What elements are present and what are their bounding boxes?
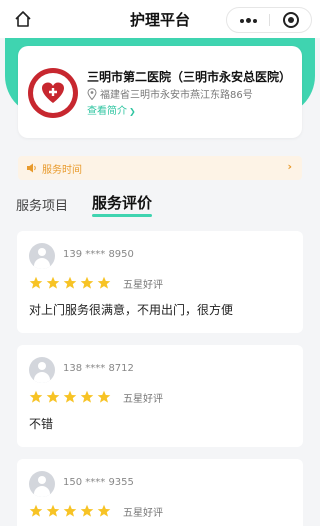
hospital-address: 福建省三明市永安市燕江东路86号 bbox=[87, 86, 297, 100]
nav-bar: 护理平台 bbox=[0, 0, 320, 38]
reviewer-phone: 139 **** 8950 bbox=[63, 249, 134, 260]
review-comment: 对上门服务很满意，不用出门，很方便 bbox=[29, 303, 234, 317]
star-icon bbox=[46, 504, 60, 517]
close-button[interactable] bbox=[270, 8, 312, 32]
review-card: 138 **** 8712 五星好评 不错 bbox=[17, 345, 303, 447]
reviewer-phone: 150 **** 9355 bbox=[63, 477, 134, 488]
star-icon bbox=[46, 276, 60, 289]
star-icon bbox=[97, 504, 111, 517]
service-time-bar[interactable]: 服务时间 › bbox=[18, 156, 302, 180]
star-icon bbox=[63, 276, 77, 289]
view-intro-link[interactable]: 查看简介 ❯ bbox=[87, 102, 136, 117]
speaker-icon bbox=[27, 163, 36, 173]
hospital-address-text: 福建省三明市永安市燕江东路86号 bbox=[100, 90, 253, 100]
star-icon bbox=[46, 390, 60, 403]
service-time-label: 服务时间 bbox=[42, 165, 82, 176]
tab-service-reviews[interactable]: 服务评价 bbox=[92, 192, 152, 213]
rating-text: 五星好评 bbox=[123, 508, 163, 519]
star-rating bbox=[29, 503, 114, 517]
star-rating bbox=[29, 389, 114, 403]
hospital-card[interactable]: 三明市第二医院（三明市永安总医院） 福建省三明市永安市燕江东路86号 查看简介 ❯ bbox=[18, 46, 302, 138]
hospital-logo bbox=[28, 68, 78, 118]
star-icon bbox=[63, 390, 77, 403]
rating-text: 五星好评 bbox=[123, 280, 163, 291]
avatar-icon bbox=[29, 471, 55, 497]
rating-text: 五星好评 bbox=[123, 394, 163, 405]
location-pin-icon bbox=[87, 88, 97, 100]
avatar-icon bbox=[29, 243, 55, 269]
star-icon bbox=[63, 504, 77, 517]
chevron-right-icon: › bbox=[287, 160, 292, 173]
review-card: 150 **** 9355 五星好评 bbox=[17, 459, 303, 526]
star-rating bbox=[29, 275, 114, 289]
reviewer-phone: 138 **** 8712 bbox=[63, 363, 134, 374]
star-icon bbox=[29, 276, 43, 289]
active-tab-indicator bbox=[92, 214, 152, 217]
tab-service-items[interactable]: 服务项目 bbox=[16, 195, 68, 214]
review-comment: 不错 bbox=[29, 417, 54, 431]
star-icon bbox=[29, 504, 43, 517]
mini-program-capsule bbox=[226, 7, 312, 33]
star-icon bbox=[80, 504, 94, 517]
star-icon bbox=[80, 390, 94, 403]
more-icon bbox=[240, 19, 244, 23]
more-button[interactable] bbox=[227, 8, 269, 32]
hospital-name: 三明市第二医院（三明市永安总医院） bbox=[87, 70, 292, 84]
star-icon bbox=[97, 276, 111, 289]
star-icon bbox=[97, 390, 111, 403]
chevron-right-icon: ❯ bbox=[129, 107, 136, 116]
star-icon bbox=[29, 390, 43, 403]
star-icon bbox=[80, 276, 94, 289]
avatar-icon bbox=[29, 357, 55, 383]
review-card: 139 **** 8950 五星好评 对上门服务很满意，不用出门，很方便 bbox=[17, 231, 303, 333]
